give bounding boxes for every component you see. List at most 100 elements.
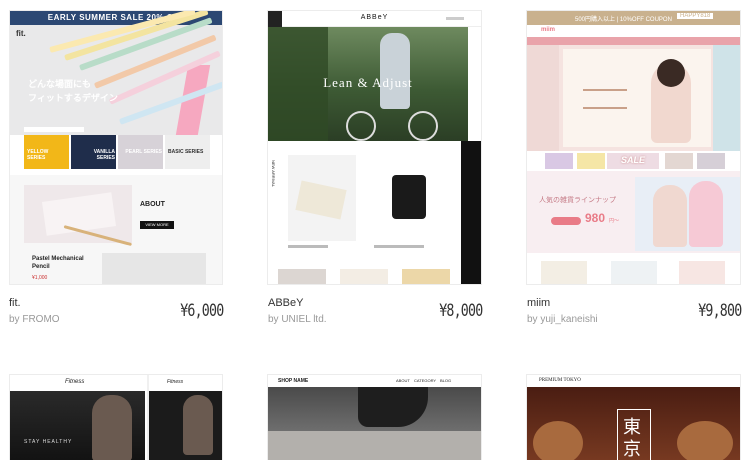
preview-header: PREMIUM TOKYO bbox=[527, 375, 740, 387]
lineup-price-tag bbox=[551, 217, 581, 225]
lineup-price-suffix: 円〜 bbox=[609, 218, 620, 224]
preview-logo: SHOP NAME bbox=[278, 378, 309, 384]
theme-price: ¥6,000 bbox=[179, 301, 224, 321]
hero-text-line-1: どんな場面にも bbox=[28, 79, 92, 89]
category-tile[interactable] bbox=[577, 153, 605, 169]
series-tile-yellow[interactable]: YELLOW SERIES bbox=[24, 135, 69, 169]
series-tile-pearl[interactable]: PEARL SERIES bbox=[118, 135, 163, 169]
theme-name[interactable]: ABBeY bbox=[268, 297, 303, 309]
preview-logo: miim bbox=[541, 27, 556, 33]
side-panel bbox=[713, 45, 740, 151]
theme-thumbnail-shop[interactable]: SHOP NAME ABOUT CATEGORY BLOG bbox=[268, 375, 481, 460]
category-tile-sale[interactable]: SALE bbox=[607, 153, 659, 169]
product-caption bbox=[374, 245, 424, 248]
series-label: PEARL SERIES bbox=[125, 149, 162, 155]
theme-thumbnail-fit[interactable]: EARLY SUMMER SALE 20% OFF fit. どんな場面にも フ… bbox=[10, 11, 222, 284]
product-price: ¥1,000 bbox=[32, 275, 48, 281]
theme-name[interactable]: fit. bbox=[9, 297, 21, 309]
hero-text-line-2: フィットするデザイン bbox=[28, 93, 118, 103]
jar-shape bbox=[392, 175, 426, 219]
theme-author[interactable]: by FROMO bbox=[9, 314, 60, 325]
theme-thumbnail-miim[interactable]: 500円購入以上 | 10%OFF COUPON HAPPY818 miim S… bbox=[527, 11, 740, 284]
model-hair bbox=[657, 59, 685, 87]
series-label: VANILLA SERIES bbox=[93, 149, 115, 161]
product-thumb bbox=[679, 261, 725, 284]
preview-header: Fitness bbox=[10, 375, 145, 391]
series-label: YELLOW SERIES bbox=[27, 149, 49, 161]
hero-image: fit. どんな場面にも フィットするデザイン bbox=[10, 11, 222, 135]
theme-meta-miim: miim by yuji_kaneishi ¥9,800 bbox=[527, 297, 742, 331]
preview-header: SHOP NAME ABOUT CATEGORY BLOG bbox=[268, 375, 481, 387]
bicycle-wheel bbox=[346, 111, 376, 141]
series-label: BASIC SERIES bbox=[168, 149, 204, 155]
header-search-bar[interactable] bbox=[446, 17, 464, 20]
barrel-shape bbox=[533, 421, 583, 460]
coupon-banner-text: 500円購入以上 | 10%OFF COUPON bbox=[575, 17, 672, 23]
theme-meta-fit: fit. by FROMO ¥6,000 bbox=[9, 297, 224, 331]
sale-label: SALE bbox=[620, 155, 645, 165]
hero-text: STAY HEALTHY bbox=[24, 439, 73, 445]
section-side-label: NEW ARRIVAL bbox=[271, 159, 277, 188]
preview-logo: PREMIUM TOKYO bbox=[539, 378, 581, 383]
model-shape bbox=[92, 395, 132, 460]
category-row: SALE bbox=[545, 151, 725, 171]
theme-thumbnail-fitness[interactable]: Fitness STAY HEALTHY Fitness bbox=[10, 375, 222, 460]
product-row bbox=[527, 257, 740, 284]
coupon-banner: 500円購入以上 | 10%OFF COUPON HAPPY818 bbox=[527, 11, 740, 25]
theme-meta-abbey: ABBeY by UNIEL ltd. ¥8,000 bbox=[268, 297, 483, 331]
theme-name[interactable]: miim bbox=[527, 297, 550, 309]
preview-logo: Fitness bbox=[65, 379, 85, 385]
right-dark-column bbox=[461, 141, 481, 284]
hero-image: STAY HEALTHY bbox=[10, 391, 145, 460]
category-tile[interactable] bbox=[697, 153, 725, 169]
product-thumb bbox=[541, 261, 587, 284]
product-title: Pastel Mechanical Pencil bbox=[32, 256, 84, 270]
hero-image bbox=[268, 387, 481, 460]
about-title: ABOUT bbox=[140, 201, 165, 208]
side-nav bbox=[468, 27, 481, 141]
product-thumb bbox=[340, 269, 388, 284]
lineup-banner[interactable]: 人気の雑貨ラインナップ 980 円〜 bbox=[527, 171, 740, 253]
about-button[interactable]: VIEW MORE bbox=[140, 221, 174, 229]
bicycle-wheel bbox=[408, 111, 438, 141]
mobile-preview: Fitness bbox=[147, 375, 222, 460]
preview-header: miim bbox=[527, 25, 740, 37]
about-section: ABOUT VIEW MORE Pastel Mechanical Pencil… bbox=[10, 175, 222, 284]
nav-item[interactable]: CATEGORY bbox=[414, 378, 436, 383]
product-image-bag bbox=[288, 155, 356, 241]
hero-caption-bar bbox=[24, 127, 84, 132]
about-image bbox=[24, 185, 133, 247]
hero-image bbox=[527, 45, 740, 151]
preview-header: ABBeY bbox=[268, 11, 481, 27]
about-button-label: VIEW MORE bbox=[145, 222, 169, 227]
product-section: NEW ARRIVAL bbox=[268, 141, 461, 284]
product-image-jar bbox=[374, 155, 442, 241]
product-thumb bbox=[402, 269, 450, 284]
coupon-code: HAPPY818 bbox=[677, 13, 714, 19]
nav-item[interactable]: BLOG bbox=[440, 378, 451, 383]
mobile-hero bbox=[149, 391, 222, 460]
theme-thumbnail-abbey[interactable]: ABBeY Lean & Adjust NEW ARRIVAL bbox=[268, 11, 481, 284]
series-tile-basic[interactable]: BASIC SERIES bbox=[165, 135, 210, 169]
preview-logo: fit. bbox=[16, 29, 26, 38]
category-tile[interactable] bbox=[545, 153, 573, 169]
theme-thumbnail-premium-tokyo[interactable]: PREMIUM TOKYO 東 京 bbox=[527, 375, 740, 460]
nav-item[interactable]: ABOUT bbox=[396, 378, 410, 383]
model-shape bbox=[689, 181, 723, 247]
theme-grid: EARLY SUMMER SALE 20% OFF fit. どんな場面にも フ… bbox=[0, 0, 750, 460]
series-tile-vanilla[interactable]: VANILLA SERIES bbox=[71, 135, 116, 169]
hero-text: Lean & Adjust bbox=[323, 75, 413, 90]
model-shape bbox=[183, 395, 213, 455]
product-caption bbox=[288, 245, 328, 248]
hero-text-lines bbox=[583, 89, 627, 109]
hero-text-2: 京 bbox=[623, 439, 641, 459]
barrel-shape bbox=[677, 421, 733, 460]
lineup-title: 人気の雑貨ラインナップ bbox=[539, 197, 616, 204]
ground-shape bbox=[268, 431, 481, 460]
lineup-price: 980 bbox=[585, 211, 606, 225]
category-tile[interactable] bbox=[665, 153, 693, 169]
theme-author[interactable]: by yuji_kaneishi bbox=[527, 314, 598, 325]
theme-price: ¥9,800 bbox=[697, 301, 742, 321]
product-image bbox=[102, 253, 206, 284]
theme-author[interactable]: by UNIEL ltd. bbox=[268, 314, 327, 325]
